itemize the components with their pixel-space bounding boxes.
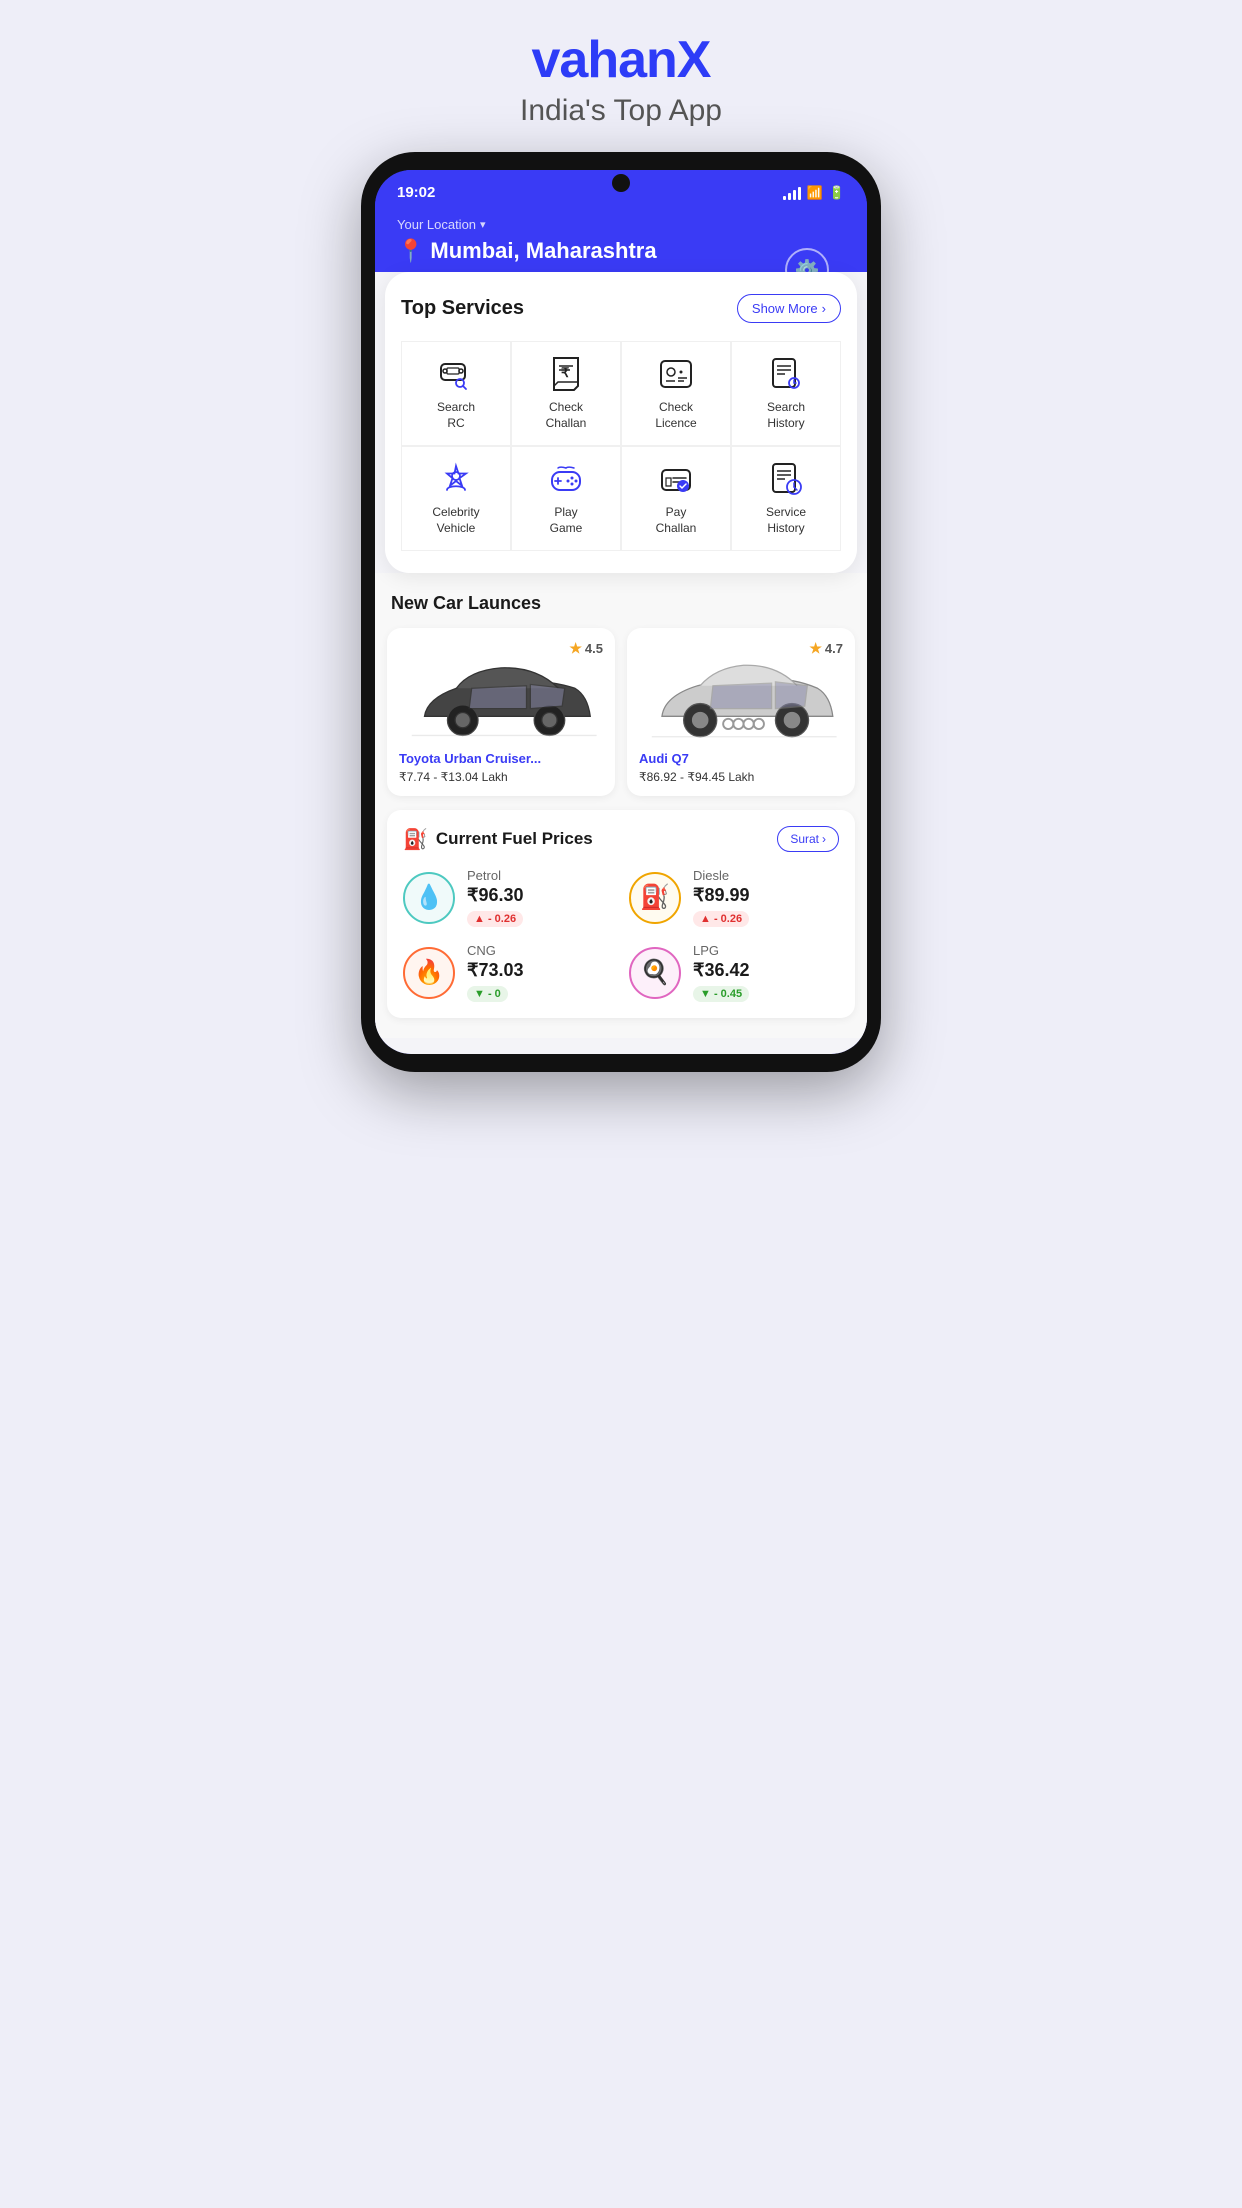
fuel-title: Current Fuel Prices — [436, 829, 593, 849]
fuel-item-lpg: 🍳 LPG ₹36.42 ▼ - 0.45 — [629, 943, 839, 1002]
fuel-prices-card: ⛽ Current Fuel Prices Surat › 💧 — [387, 810, 855, 1018]
fuel-pump-icon: ⛽ — [403, 827, 428, 852]
pay-challan-icon — [658, 461, 694, 497]
car-price: ₹7.74 - ₹13.04 Lakh — [399, 770, 603, 784]
phone-frame: 19:02 📶 🔋 Your Location ▾ — [361, 152, 881, 1072]
signal-bar-2 — [788, 193, 791, 200]
service-item-search-rc[interactable]: SearchRC — [401, 341, 511, 446]
car-price: ₹86.92 - ₹94.45 Lakh — [639, 770, 843, 784]
car-name: Audi Q7 — [639, 751, 843, 766]
status-time: 19:02 — [397, 184, 435, 201]
signal-bars-icon — [783, 186, 801, 200]
app-subtitle: India's Top App — [520, 94, 722, 128]
fuel-type: Diesle — [693, 868, 750, 883]
location-pin-icon: 📍 — [397, 238, 424, 264]
service-item-celebrity-vehicle[interactable]: CelebrityVehicle — [401, 446, 511, 551]
camera-notch — [612, 174, 630, 192]
city-select-button[interactable]: Surat › — [777, 826, 839, 852]
new-cars-section: New Car Launces ★ 4.5 — [375, 573, 867, 1038]
service-item-play-game[interactable]: PlayGame — [511, 446, 621, 551]
check-licence-icon — [659, 356, 693, 392]
location-city: 📍 Mumbai, Maharashtra — [397, 238, 845, 264]
service-item-check-licence[interactable]: CheckLicence — [621, 341, 731, 446]
service-item-search-history[interactable]: SearchHistory — [731, 341, 841, 446]
fuel-change-badge: ▲ - 0.26 — [467, 911, 523, 927]
fuel-price: ₹36.42 — [693, 960, 750, 981]
cars-row: ★ 4.5 — [387, 628, 855, 796]
fuel-price: ₹73.03 — [467, 960, 524, 981]
fuel-type: CNG — [467, 943, 524, 958]
services-grid: SearchRC ₹ CheckChallan — [401, 341, 841, 551]
service-item-service-history[interactable]: ServiceHistory — [731, 446, 841, 551]
wifi-icon: 📶 — [807, 185, 823, 201]
service-label: SearchHistory — [767, 400, 805, 431]
petrol-icon: 💧 — [414, 883, 444, 912]
fuel-type: LPG — [693, 943, 750, 958]
location-label: Your Location ▾ — [397, 217, 845, 232]
toyota-image — [399, 661, 603, 741]
cng-icon: 🔥 — [414, 958, 444, 987]
fuel-grid: 💧 Petrol ₹96.30 ▲ - 0.26 ⛽ — [403, 868, 839, 1002]
chevron-right-icon: › — [822, 832, 826, 846]
location-dropdown-icon: ▾ — [480, 218, 486, 231]
fuel-header: ⛽ Current Fuel Prices Surat › — [403, 826, 839, 852]
service-history-icon — [769, 461, 803, 497]
service-label: PlayGame — [550, 505, 583, 536]
fuel-price: ₹89.99 — [693, 885, 750, 906]
search-rc-icon — [438, 356, 474, 392]
fuel-type: Petrol — [467, 868, 524, 883]
new-cars-title: New Car Launces — [387, 573, 855, 628]
search-history-icon — [769, 356, 803, 392]
show-more-button[interactable]: Show More › — [737, 294, 841, 323]
service-label: CheckChallan — [546, 400, 587, 431]
fuel-item-petrol: 💧 Petrol ₹96.30 ▲ - 0.26 — [403, 868, 613, 927]
fuel-title-row: ⛽ Current Fuel Prices — [403, 827, 593, 852]
fuel-change-badge: ▲ - 0.26 — [693, 911, 749, 927]
play-game-icon — [548, 461, 584, 497]
services-card: Top Services Show More › — [385, 272, 857, 573]
signal-bar-3 — [793, 190, 796, 200]
petrol-details: Petrol ₹96.30 ▲ - 0.26 — [467, 868, 524, 927]
check-challan-icon: ₹ — [550, 356, 582, 392]
fuel-item-cng: 🔥 CNG ₹73.03 ▼ - 0 — [403, 943, 613, 1002]
service-item-pay-challan[interactable]: PayChallan — [621, 446, 731, 551]
service-label: CelebrityVehicle — [432, 505, 479, 536]
services-title: Top Services — [401, 297, 524, 320]
services-header: Top Services Show More › — [401, 294, 841, 323]
service-label: SearchRC — [437, 400, 475, 431]
fuel-change-badge: ▼ - 0 — [467, 986, 508, 1002]
title-black: vahan — [532, 31, 677, 89]
phone-screen: 19:02 📶 🔋 Your Location ▾ — [375, 170, 867, 1054]
service-label: CheckLicence — [655, 400, 696, 431]
cng-icon-circle: 🔥 — [403, 947, 455, 999]
service-label: ServiceHistory — [766, 505, 806, 536]
petrol-icon-circle: 💧 — [403, 872, 455, 924]
cng-details: CNG ₹73.03 ▼ - 0 — [467, 943, 524, 1002]
app-branding: vahanX India's Top App — [520, 30, 722, 128]
lpg-details: LPG ₹36.42 ▼ - 0.45 — [693, 943, 750, 1002]
celebrity-vehicle-icon — [438, 461, 474, 497]
car-name: Toyota Urban Cruiser... — [399, 751, 603, 766]
service-item-check-challan[interactable]: ₹ CheckChallan — [511, 341, 621, 446]
svg-text:₹: ₹ — [561, 365, 570, 380]
lpg-icon: 🍳 — [640, 958, 670, 987]
fuel-item-diesel: ⛽ Diesle ₹89.99 ▲ - 0.26 — [629, 868, 839, 927]
diesel-details: Diesle ₹89.99 ▲ - 0.26 — [693, 868, 750, 927]
signal-bar-4 — [798, 187, 801, 200]
fuel-change-badge: ▼ - 0.45 — [693, 986, 749, 1002]
lpg-icon-circle: 🍳 — [629, 947, 681, 999]
status-icons: 📶 🔋 — [783, 185, 845, 201]
app-title: vahanX — [520, 30, 722, 90]
battery-icon: 🔋 — [829, 185, 845, 201]
service-label: PayChallan — [656, 505, 697, 536]
car-card-audi[interactable]: ★ 4.7 — [627, 628, 855, 796]
diesel-icon: ⛽ — [640, 883, 670, 912]
chevron-right-icon: › — [822, 301, 826, 316]
title-blue: X — [677, 31, 711, 89]
fuel-price: ₹96.30 — [467, 885, 524, 906]
car-card-toyota[interactable]: ★ 4.5 — [387, 628, 615, 796]
signal-bar-1 — [783, 196, 786, 200]
audi-image — [639, 661, 843, 741]
diesel-icon-circle: ⛽ — [629, 872, 681, 924]
